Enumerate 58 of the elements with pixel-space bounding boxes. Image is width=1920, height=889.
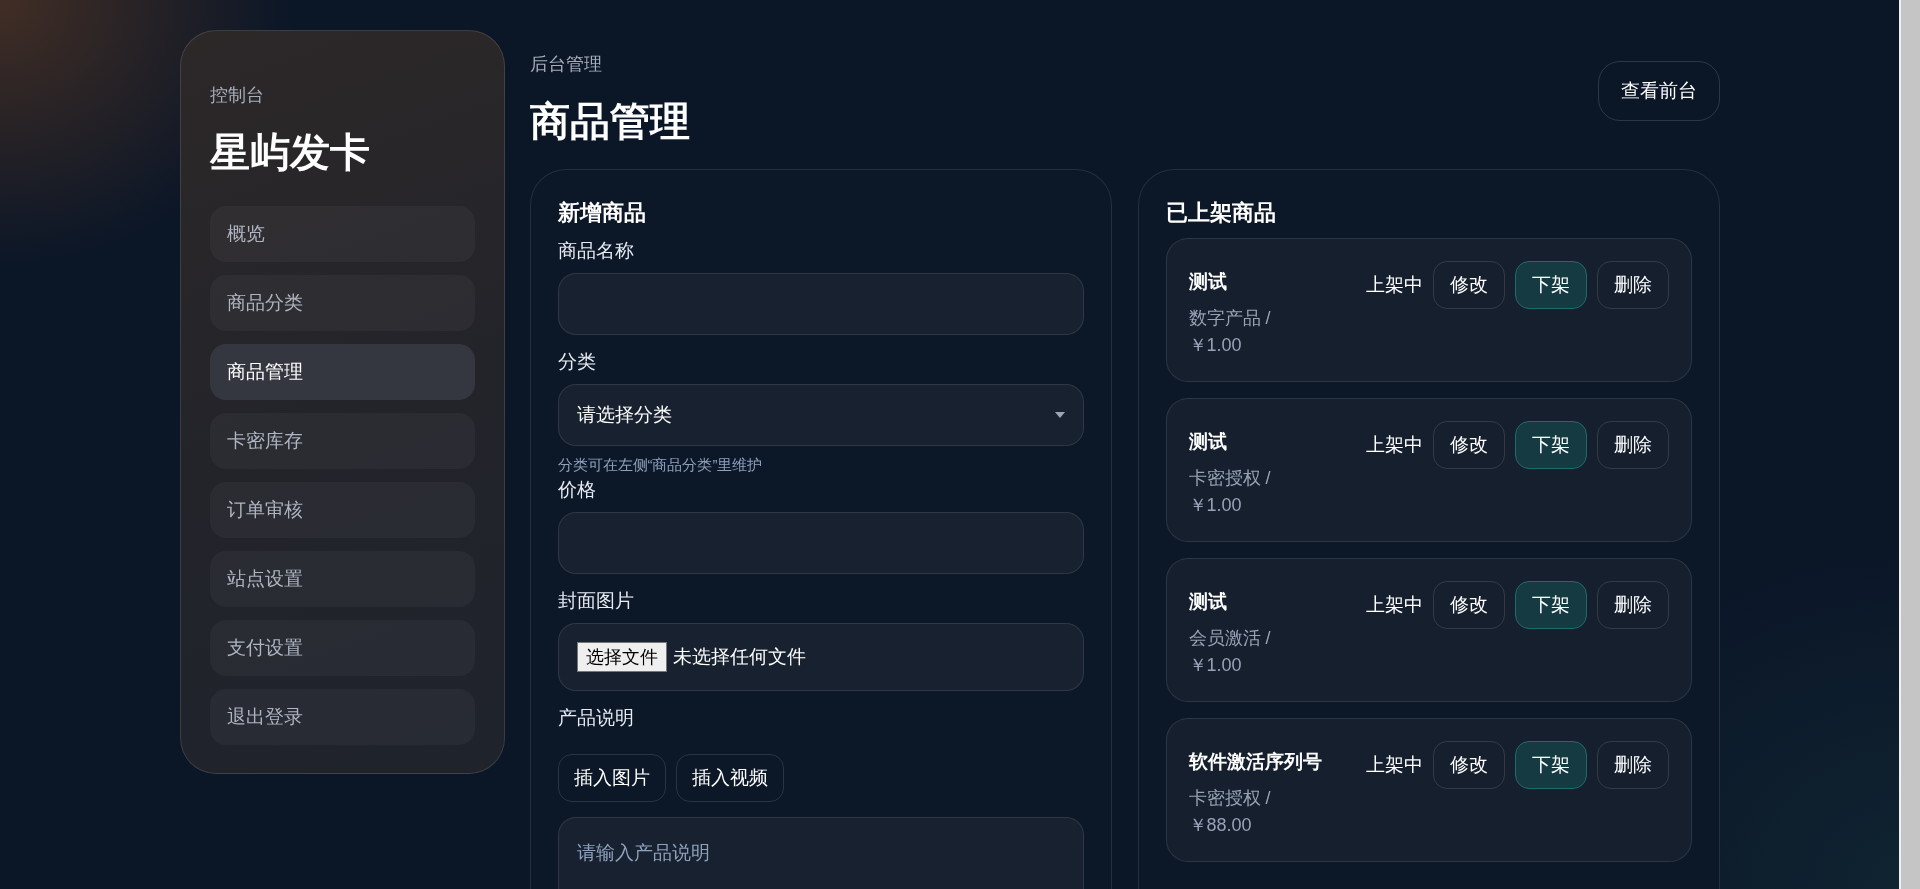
view-site-button[interactable]: 查看前台 (1597, 61, 1720, 121)
product-price: ￥88.00 (1188, 814, 1253, 837)
nav-item[interactable]: 商品分类 (209, 275, 475, 331)
product-name: 测试 (1188, 270, 1228, 294)
card-title: 已上架商品 (1165, 199, 1277, 227)
product-action-button[interactable]: 删除 (1596, 581, 1669, 629)
product-action-button[interactable]: 下架 (1514, 581, 1587, 629)
product-name: 软件激活序列号 (1188, 750, 1323, 774)
product-name: 测试 (1188, 430, 1228, 454)
product-action-button[interactable]: 删除 (1596, 741, 1669, 789)
nav-item[interactable]: 订单审核 (209, 482, 475, 538)
product-action-button[interactable]: 删除 (1596, 261, 1669, 309)
file-field[interactable]: 选择文件 未选择任何文件 (557, 623, 1084, 691)
scrollbar[interactable] (1899, 0, 1920, 889)
insert-button[interactable]: 插入图片 (557, 754, 666, 802)
product-price: ￥1.00 (1188, 654, 1243, 677)
select-field[interactable]: 请选择分类 (557, 384, 1084, 446)
input-field[interactable] (557, 512, 1084, 574)
product-action-button[interactable]: 下架 (1514, 261, 1587, 309)
caret-icon (1054, 412, 1065, 418)
product-category: 会员激活 / (1188, 627, 1272, 650)
product-status: 上架中 (1365, 753, 1423, 777)
field-label: 封面图片 (557, 589, 635, 613)
nav-item[interactable]: 站点设置 (209, 551, 475, 607)
card-title: 新增商品 (557, 199, 647, 227)
input-field[interactable] (557, 273, 1084, 335)
breadcrumb: 后台管理 (529, 53, 603, 76)
nav-item[interactable]: 卡密库存 (209, 413, 475, 469)
nav-item[interactable]: 支付设置 (209, 620, 475, 676)
product-status: 上架中 (1365, 433, 1423, 457)
nav-item[interactable]: 商品管理 (209, 344, 475, 400)
nav-item[interactable]: 退出登录 (209, 689, 475, 745)
product-action-button[interactable]: 修改 (1432, 261, 1505, 309)
description-field[interactable]: 请输入产品说明 (557, 817, 1084, 889)
product-status: 上架中 (1365, 273, 1423, 297)
brand-title: 星屿发卡 (209, 129, 371, 176)
product-action-button[interactable]: 下架 (1514, 741, 1587, 789)
product-action-button[interactable]: 修改 (1432, 741, 1505, 789)
product-category: 卡密授权 / (1188, 467, 1272, 490)
product-action-button[interactable]: 修改 (1432, 421, 1505, 469)
product-status: 上架中 (1365, 593, 1423, 617)
product-action-button[interactable]: 删除 (1596, 421, 1669, 469)
sidebar-eyebrow: 控制台 (209, 84, 265, 107)
product-price: ￥1.00 (1188, 334, 1243, 357)
product-action-button[interactable]: 修改 (1432, 581, 1505, 629)
field-hint: 分类可在左侧“商品分类”里维护 (557, 456, 764, 475)
field-label: 价格 (557, 478, 597, 502)
field-label: 商品名称 (557, 239, 635, 263)
field-label: 分类 (557, 350, 597, 374)
insert-button[interactable]: 插入视频 (675, 754, 784, 802)
product-price: ￥1.00 (1188, 494, 1243, 517)
page-title: 商品管理 (529, 98, 690, 145)
product-name: 测试 (1188, 590, 1228, 614)
product-category: 数字产品 / (1188, 307, 1272, 330)
product-category: 卡密授权 / (1188, 787, 1272, 810)
nav-item[interactable]: 概览 (209, 206, 475, 262)
field-label: 产品说明 (557, 706, 635, 730)
product-action-button[interactable]: 下架 (1514, 421, 1587, 469)
